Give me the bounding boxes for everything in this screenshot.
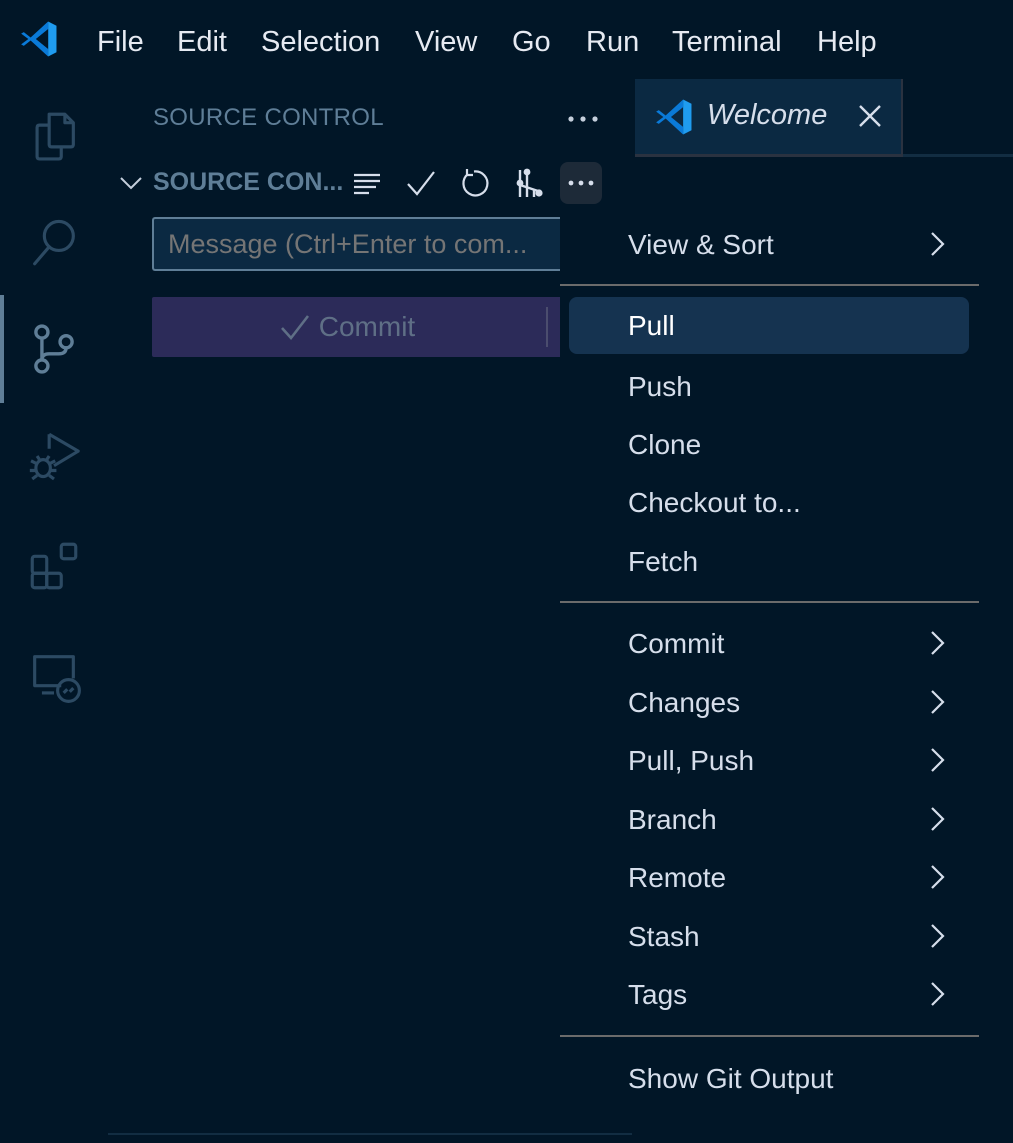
source-control-sidebar: SOURCE CONTROL SOURCE CON... Message (Ct… bbox=[108, 82, 632, 1143]
menu-item-checkout[interactable]: Checkout to... bbox=[569, 474, 969, 531]
vscode-logo-icon bbox=[656, 99, 692, 135]
menu-selection[interactable]: Selection bbox=[261, 22, 380, 62]
menu-item-commit[interactable]: Commit bbox=[569, 615, 969, 672]
menu-separator bbox=[560, 601, 979, 603]
extensions-icon bbox=[30, 542, 78, 590]
menu-view[interactable]: View bbox=[415, 22, 477, 62]
more-actions-button[interactable] bbox=[560, 162, 602, 204]
menu-item-push[interactable]: Push bbox=[569, 358, 969, 415]
menu-go[interactable]: Go bbox=[512, 22, 551, 62]
menu-run[interactable]: Run bbox=[586, 22, 639, 62]
menu-item-pull-push[interactable]: Pull, Push bbox=[569, 732, 969, 789]
menu-separator bbox=[560, 1035, 979, 1037]
close-icon[interactable] bbox=[855, 101, 885, 131]
menu-edit[interactable]: Edit bbox=[177, 22, 227, 62]
check-icon bbox=[280, 315, 309, 341]
activity-run-debug[interactable] bbox=[0, 402, 108, 510]
editor-tab-bar: Welcome bbox=[632, 79, 1013, 157]
activity-source-control[interactable] bbox=[0, 295, 108, 403]
chevron-right-icon bbox=[931, 690, 945, 714]
commit-message-input[interactable] bbox=[152, 217, 572, 271]
vscode-logo-icon bbox=[21, 21, 57, 57]
menu-item-view-sort[interactable]: View & Sort bbox=[569, 216, 969, 273]
view-as-tree-button[interactable] bbox=[346, 162, 388, 204]
activity-bar bbox=[0, 82, 108, 1143]
list-icon bbox=[354, 173, 380, 195]
tab-welcome[interactable]: Welcome bbox=[635, 79, 903, 155]
activity-extensions[interactable] bbox=[0, 512, 108, 620]
tab-underline bbox=[635, 154, 903, 157]
check-icon bbox=[407, 171, 435, 196]
menu-file[interactable]: File bbox=[97, 22, 144, 62]
chevron-right-icon bbox=[931, 982, 945, 1006]
source-control-more-actions-menu: View & Sort Pull Push Clone Checkout to.… bbox=[560, 214, 980, 1124]
activity-search[interactable] bbox=[0, 188, 108, 296]
source-control-icon bbox=[34, 324, 74, 374]
search-icon bbox=[33, 219, 75, 266]
chevron-right-icon bbox=[931, 924, 945, 948]
commit-action-button[interactable] bbox=[400, 162, 442, 204]
chevron-right-icon bbox=[931, 865, 945, 889]
menu-item-tags[interactable]: Tags bbox=[569, 966, 969, 1023]
sidebar-title: SOURCE CONTROL bbox=[153, 104, 384, 131]
menu-item-clone[interactable]: Clone bbox=[569, 416, 969, 473]
ellipsis-icon bbox=[568, 180, 594, 186]
menu-item-pull[interactable]: Pull bbox=[569, 297, 969, 354]
files-icon bbox=[35, 112, 75, 161]
active-indicator bbox=[0, 295, 4, 403]
menu-item-show-git-output[interactable]: Show Git Output bbox=[569, 1050, 969, 1107]
menu-terminal[interactable]: Terminal bbox=[672, 22, 782, 62]
section-title: SOURCE CON... bbox=[153, 168, 344, 196]
commit-button-divider bbox=[546, 307, 548, 347]
run-debug-icon bbox=[29, 432, 80, 481]
tab-bar-border bbox=[903, 154, 1013, 157]
chevron-right-icon bbox=[931, 807, 945, 831]
activity-remote-explorer[interactable] bbox=[0, 622, 108, 730]
tab-label: Welcome bbox=[707, 99, 828, 131]
remote-explorer-icon bbox=[33, 655, 81, 703]
sidebar-more-button[interactable] bbox=[563, 100, 603, 138]
menu-item-branch[interactable]: Branch bbox=[569, 791, 969, 848]
refresh-button[interactable] bbox=[453, 162, 495, 204]
refresh-icon bbox=[462, 169, 489, 197]
chevron-down-icon[interactable] bbox=[118, 170, 144, 196]
chevron-right-icon bbox=[931, 631, 945, 655]
chevron-right-icon bbox=[931, 748, 945, 772]
title-bar: File Edit Selection View Go Run Terminal… bbox=[0, 0, 1013, 82]
menu-item-fetch[interactable]: Fetch bbox=[569, 533, 969, 590]
menu-help[interactable]: Help bbox=[817, 22, 877, 62]
activity-explorer[interactable] bbox=[0, 82, 108, 190]
sidebar-divider bbox=[108, 1133, 632, 1135]
commit-button-label: Commit bbox=[318, 311, 416, 342]
menu-item-stash[interactable]: Stash bbox=[569, 908, 969, 965]
menu-item-remote[interactable]: Remote bbox=[569, 849, 969, 906]
graph-icon bbox=[516, 168, 543, 197]
ellipsis-icon bbox=[568, 116, 598, 122]
commit-button[interactable]: Commit bbox=[152, 297, 572, 357]
open-graph-button[interactable] bbox=[507, 162, 549, 204]
menu-separator bbox=[560, 284, 979, 286]
menu-item-changes[interactable]: Changes bbox=[569, 674, 969, 731]
chevron-right-icon bbox=[931, 232, 945, 256]
source-control-section-header[interactable]: SOURCE CON... bbox=[108, 162, 632, 206]
